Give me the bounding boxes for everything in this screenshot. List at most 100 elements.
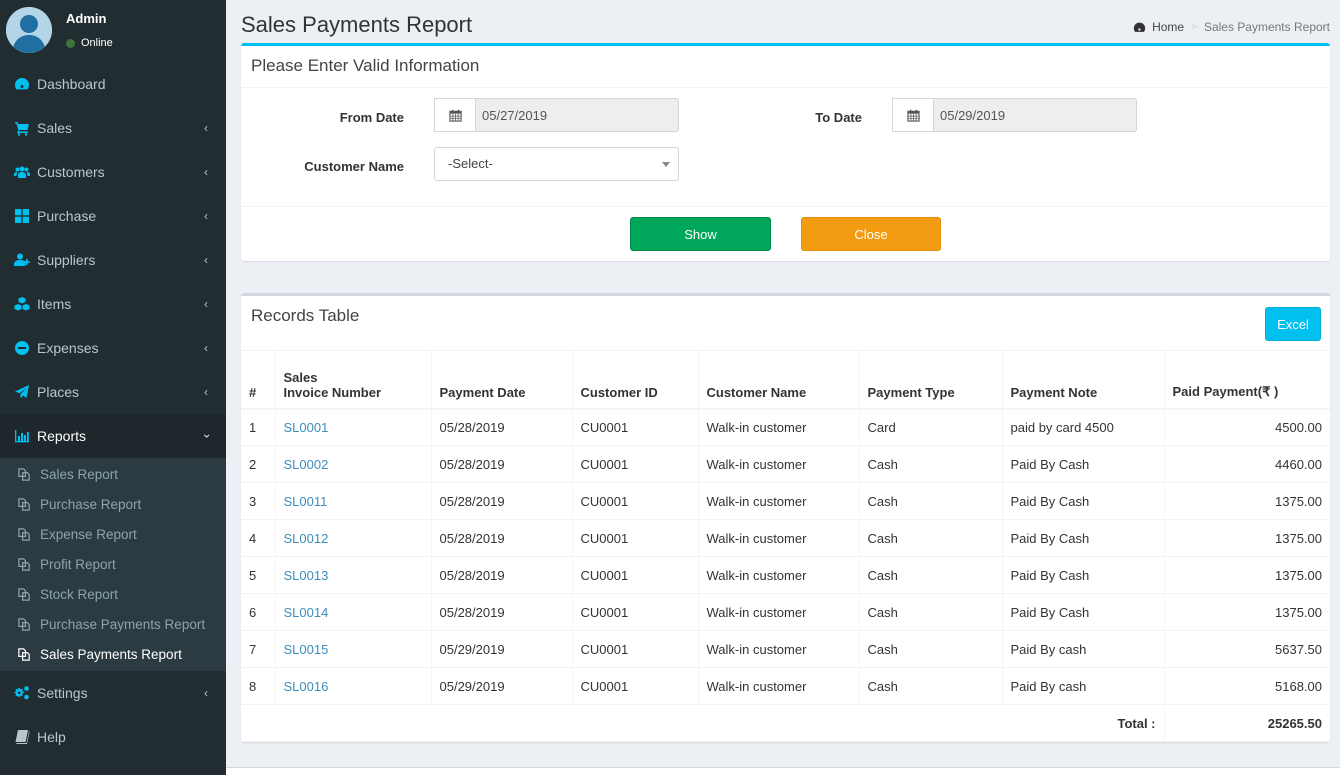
- breadcrumb-home-link[interactable]: Home: [1152, 20, 1184, 34]
- cell-payment-type: Cash: [858, 482, 1003, 520]
- user-status: Online: [66, 37, 113, 49]
- column-header-customer-id: Customer ID: [571, 350, 699, 410]
- cell-customer-id: CU0001: [571, 445, 699, 483]
- submenu-item-stock-report[interactable]: Stock Report: [0, 579, 226, 609]
- cell-invoice-link[interactable]: SL0014: [284, 605, 329, 620]
- chevron-left-icon: ‹: [204, 385, 208, 399]
- cell-invoice-link[interactable]: SL0001: [284, 420, 329, 435]
- chevron-down-icon: ‹: [199, 434, 213, 438]
- to-date-input[interactable]: [933, 98, 1137, 132]
- table-row: 4 SL0012 05/28/2019 CU0001 Walk-in customer C…: [241, 519, 1330, 557]
- table-row: 1 SL0001 05/28/2019 CU0001 Walk-in customer C…: [241, 408, 1330, 446]
- breadcrumb: Home > Sales Payments Report: [1133, 20, 1330, 34]
- form-divider: [241, 206, 1330, 207]
- submenu-item-sales-payments-report[interactable]: Sales Payments Report: [0, 639, 226, 669]
- sidebar-item-label: Purchase: [37, 208, 97, 224]
- sidebar-item-customers[interactable]: Customers ‹: [0, 150, 226, 194]
- user-plus-icon: [13, 252, 31, 268]
- cell-payment-note: paid by card 4500: [1001, 408, 1165, 446]
- records-title: Records Table: [251, 306, 360, 325]
- caret-down-icon: [662, 162, 670, 167]
- copy-icon: [17, 586, 35, 602]
- close-button[interactable]: Close: [801, 217, 941, 251]
- cell-payment-note: Paid By Cash: [1001, 519, 1165, 557]
- cell-invoice-link[interactable]: SL0013: [284, 568, 329, 583]
- column-header-paid-payment: Paid Payment(₹ ): [1163, 350, 1330, 410]
- submenu-item-label: Sales Payments Report: [40, 646, 182, 662]
- cell-customer-name: Walk-in customer: [697, 519, 860, 557]
- calendar-icon[interactable]: [434, 98, 475, 132]
- table-row: 6 SL0014 05/28/2019 CU0001 Walk-in customer C…: [241, 593, 1330, 631]
- sidebar-item-reports[interactable]: Reports ‹: [0, 414, 226, 458]
- cell-payment-date: 05/28/2019: [430, 408, 573, 446]
- chevron-left-icon: ‹: [204, 253, 208, 267]
- cell-invoice: SL0014: [274, 593, 432, 631]
- cell-row-number: 1: [241, 408, 276, 446]
- cell-payment-date: 05/28/2019: [430, 445, 573, 483]
- cell-customer-name: Walk-in customer: [697, 445, 860, 483]
- copy-icon: [17, 496, 35, 512]
- users-icon: [13, 164, 31, 180]
- sidebar-item-items[interactable]: Items ‹: [0, 282, 226, 326]
- customer-name-select[interactable]: -Select-: [434, 147, 679, 181]
- copy-icon: [17, 616, 35, 632]
- cell-row-number: 2: [241, 445, 276, 483]
- chevron-left-icon: ‹: [204, 165, 208, 179]
- submenu-item-sales-report[interactable]: Sales Report: [0, 459, 226, 489]
- sidebar-item-help[interactable]: Help: [0, 715, 226, 759]
- cell-customer-name: Walk-in customer: [697, 408, 860, 446]
- sidebar-item-suppliers[interactable]: Suppliers ‹: [0, 238, 226, 282]
- cell-invoice-link[interactable]: SL0015: [284, 642, 329, 657]
- excel-export-button[interactable]: Excel: [1265, 307, 1321, 341]
- submenu-item-purchase-payments-report[interactable]: Purchase Payments Report: [0, 609, 226, 639]
- from-date-group: [434, 98, 679, 132]
- avatar: [6, 7, 52, 53]
- online-status-icon: [66, 38, 75, 48]
- cell-customer-name: Walk-in customer: [697, 593, 860, 631]
- sidebar: Admin Online Dashboard Sales ‹ Customers…: [0, 0, 226, 775]
- sidebar-item-expenses[interactable]: Expenses ‹: [0, 326, 226, 370]
- records-table: # Sales Invoice Number Payment Date Custo…: [241, 350, 1330, 742]
- table-row: 7 SL0015 05/29/2019 CU0001 Walk-in customer C…: [241, 630, 1330, 668]
- column-header-payment-note: Payment Note: [1001, 350, 1165, 410]
- cell-invoice-link[interactable]: SL0011: [284, 494, 328, 509]
- sidebar-item-settings[interactable]: Settings ‹: [0, 671, 226, 715]
- submenu-item-profit-report[interactable]: Profit Report: [0, 549, 226, 579]
- submenu-item-label: Sales Report: [40, 466, 119, 482]
- cell-paid-payment: 1375.00: [1163, 556, 1330, 594]
- cell-invoice-link[interactable]: SL0016: [284, 679, 329, 694]
- submenu-item-purchase-report[interactable]: Purchase Report: [0, 489, 226, 519]
- sidebar-item-purchase[interactable]: Purchase ‹: [0, 194, 226, 238]
- total-value: 25265.50: [1163, 704, 1330, 742]
- sidebar-item-places[interactable]: Places ‹: [0, 370, 226, 414]
- cell-paid-payment: 4460.00: [1163, 445, 1330, 483]
- cell-paid-payment: 5637.50: [1163, 630, 1330, 668]
- sidebar-item-dashboard[interactable]: Dashboard: [0, 62, 226, 106]
- cell-payment-note: Paid By cash: [1001, 630, 1165, 668]
- footer: [226, 767, 1340, 775]
- cell-payment-date: 05/29/2019: [430, 667, 573, 705]
- chevron-left-icon: ‹: [204, 121, 208, 135]
- cell-invoice-link[interactable]: SL0002: [284, 457, 329, 472]
- filter-form-header: Please Enter Valid Information: [241, 46, 1330, 88]
- sidebar-item-label: Suppliers: [37, 252, 96, 268]
- submenu-item-label: Purchase Payments Report: [40, 616, 206, 632]
- page-title: Sales Payments Report: [241, 12, 473, 37]
- customer-name-label: Customer Name: [304, 159, 404, 174]
- cell-invoice-link[interactable]: SL0012: [284, 531, 329, 546]
- show-button[interactable]: Show: [630, 217, 771, 251]
- cell-paid-payment: 4500.00: [1163, 408, 1330, 446]
- column-header-invoice: Sales Invoice Number: [274, 350, 432, 410]
- sidebar-item-label: Dashboard: [37, 76, 106, 92]
- calendar-icon[interactable]: [892, 98, 933, 132]
- from-date-input[interactable]: [475, 98, 679, 132]
- cell-row-number: 3: [241, 482, 276, 520]
- submenu-item-expense-report[interactable]: Expense Report: [0, 519, 226, 549]
- breadcrumb-separator: >: [1191, 21, 1197, 33]
- table-row: 5 SL0013 05/28/2019 CU0001 Walk-in customer C…: [241, 556, 1330, 594]
- reports-submenu: Sales Report Purchase Report Expense Rep…: [0, 458, 226, 671]
- sidebar-item-sales[interactable]: Sales ‹: [0, 106, 226, 150]
- copy-icon: [17, 526, 35, 542]
- cell-customer-id: CU0001: [571, 593, 699, 631]
- table-header-row: # Sales Invoice Number Payment Date Custo…: [241, 350, 1330, 410]
